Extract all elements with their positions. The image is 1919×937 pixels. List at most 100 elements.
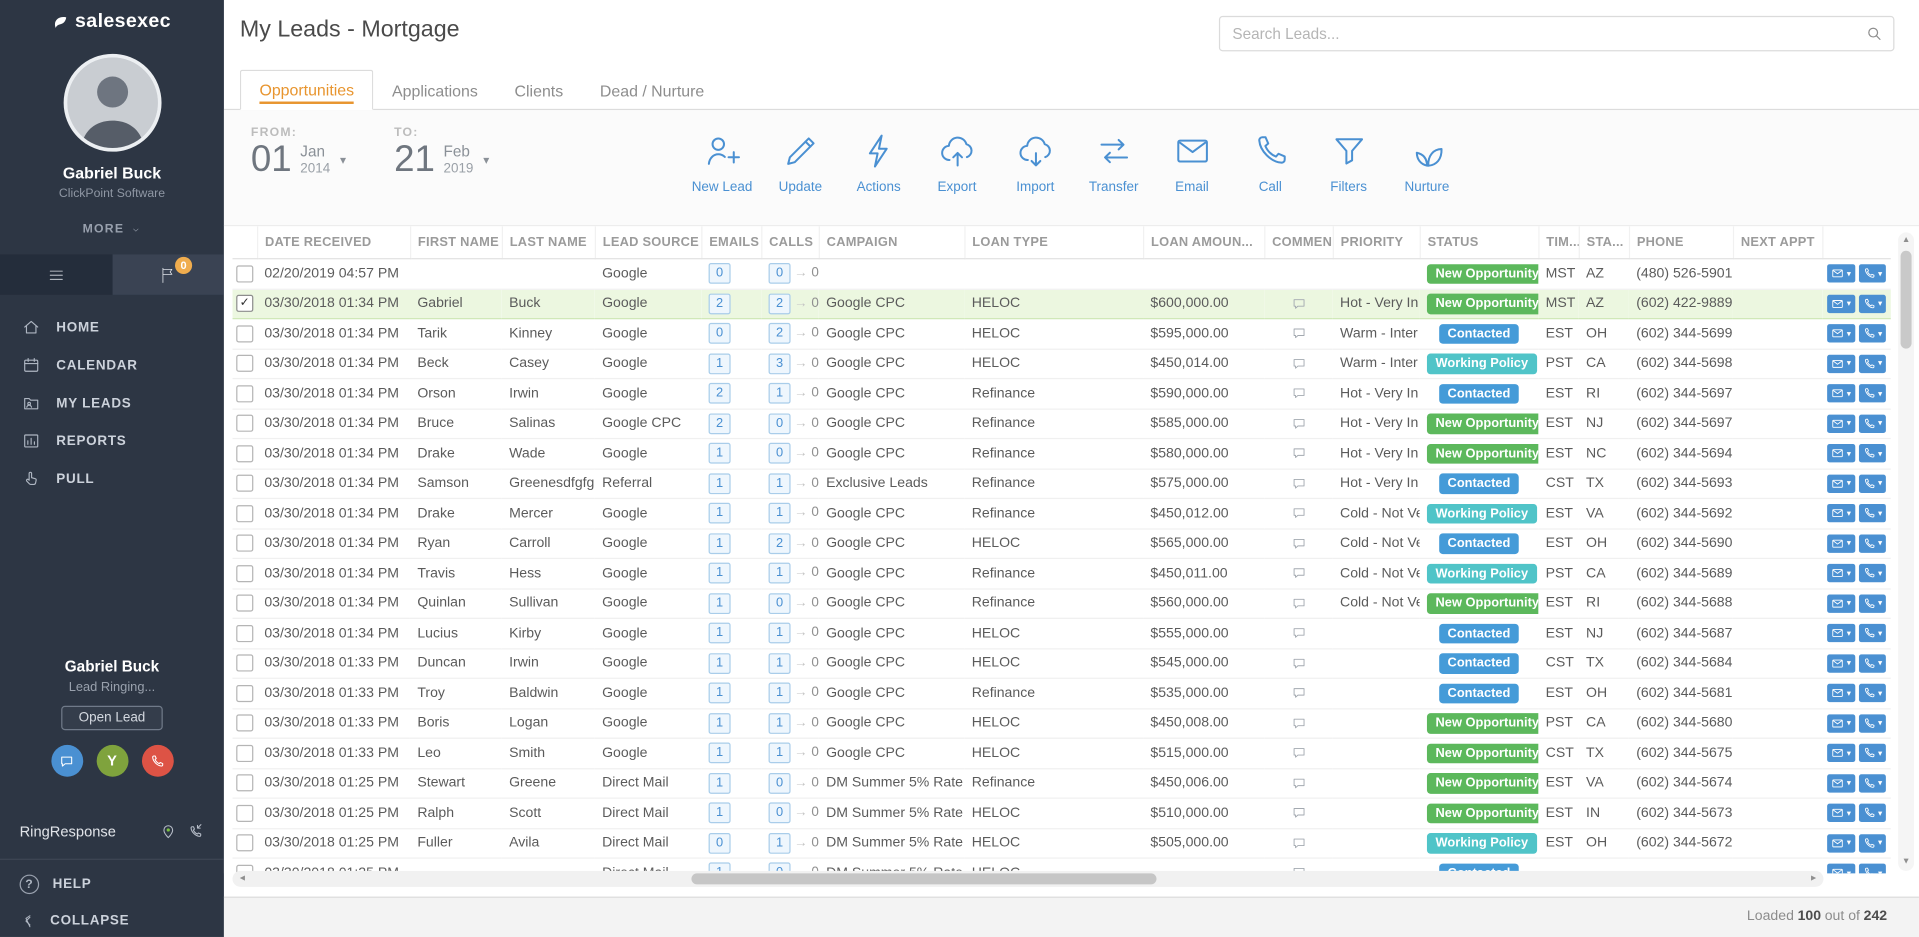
row-email-button[interactable]: ▾ [1827,534,1855,552]
row-call-button[interactable]: ▾ [1858,474,1886,492]
sidebar-item-pull[interactable]: PULL [0,460,224,498]
table-row[interactable]: ✓03/30/2018 01:34 PMGabrielBuckGoogle22→… [233,289,1891,319]
scroll-right-arrow[interactable]: ► [1805,871,1822,887]
row-email-button[interactable]: ▾ [1827,774,1855,792]
toolbar-transfer-button[interactable]: Transfer [1074,131,1152,195]
comment-button[interactable] [1290,356,1306,371]
row-checkbox[interactable] [236,325,253,342]
column-header-tim[interactable]: TIM... [1538,226,1578,258]
sidebar-item-home[interactable]: HOME [0,308,224,346]
comment-button[interactable] [1290,626,1306,641]
row-call-button[interactable]: ▾ [1858,564,1886,582]
row-call-button[interactable]: ▾ [1858,804,1886,822]
comment-button[interactable] [1290,446,1306,461]
avatar[interactable] [63,54,161,152]
table-row[interactable]: 03/30/2018 01:34 PMDrakeWadeGoogle10→0Go… [233,439,1891,469]
tab-clients[interactable]: Clients [496,72,581,110]
sidebar-item-reports[interactable]: REPORTS [0,422,224,460]
row-call-button[interactable]: ▾ [1858,324,1886,342]
row-call-button[interactable]: ▾ [1858,504,1886,522]
table-row[interactable]: 03/30/2018 01:34 PMRyanCarrollGoogle12→0… [233,528,1891,558]
row-email-button[interactable]: ▾ [1827,294,1855,312]
row-checkbox[interactable] [236,745,253,762]
sidebar-item-calendar[interactable]: CALENDAR [0,346,224,384]
more-button[interactable]: MORE [0,223,224,236]
call-split-button[interactable]: Y [96,745,128,777]
tab-dead-nurture[interactable]: Dead / Nurture [582,72,723,110]
column-header-campaign[interactable]: CAMPAIGN [819,226,965,258]
row-call-button[interactable]: ▾ [1858,534,1886,552]
search-icon[interactable] [1865,24,1883,42]
toolbar-actions-button[interactable]: Actions [840,131,918,195]
column-header-lead-source[interactable]: LEAD SOURCE [595,226,701,258]
row-checkbox[interactable] [236,415,253,432]
row-checkbox[interactable] [236,565,253,582]
end-call-button[interactable] [141,745,173,777]
column-header-last-name[interactable]: LAST NAME [502,226,595,258]
flag-button[interactable]: 0 [112,254,224,294]
row-email-button[interactable]: ▾ [1827,804,1855,822]
comment-button[interactable] [1290,566,1306,581]
row-email-button[interactable]: ▾ [1827,594,1855,612]
toolbar-new-lead-button[interactable]: New Lead [683,131,761,195]
column-header-loan-type[interactable]: LOAN TYPE [964,226,1143,258]
comment-button[interactable] [1290,386,1306,401]
table-row[interactable]: 03/30/2018 01:33 PMTroyBaldwinGoogle11→0… [233,678,1891,708]
row-call-button[interactable]: ▾ [1858,294,1886,312]
comment-button[interactable] [1290,776,1306,791]
table-row[interactable]: 03/30/2018 01:34 PMTravisHessGoogle11→0G… [233,558,1891,588]
toolbar-filters-button[interactable]: Filters [1309,131,1387,195]
row-checkbox[interactable] [236,805,253,822]
table-row[interactable]: 03/30/2018 01:34 PMLuciusKirbyGoogle11→0… [233,618,1891,648]
row-checkbox[interactable] [236,625,253,642]
column-header-phone[interactable]: PHONE [1629,226,1733,258]
table-row[interactable]: 03/30/2018 01:34 PMDrakeMercerGoogle11→0… [233,498,1891,528]
comment-button[interactable] [1290,506,1306,521]
to-date-picker[interactable]: TO: 21 Feb 2019 ▾ [394,126,489,179]
row-email-button[interactable]: ▾ [1827,834,1855,852]
row-call-button[interactable]: ▾ [1858,684,1886,702]
row-email-button[interactable]: ▾ [1827,564,1855,582]
collapse-button[interactable]: COLLAPSE [0,905,224,937]
column-header-commen[interactable]: COMMEN... [1264,226,1333,258]
row-email-button[interactable]: ▾ [1827,654,1855,672]
comment-button[interactable] [1290,296,1306,311]
row-call-button[interactable]: ▾ [1858,654,1886,672]
row-checkbox[interactable] [236,595,253,612]
scroll-down-arrow[interactable]: ▼ [1898,855,1914,870]
vertical-scroll-thumb[interactable] [1901,251,1912,349]
row-checkbox[interactable] [236,445,253,462]
row-call-button[interactable]: ▾ [1858,744,1886,762]
comment-button[interactable] [1290,746,1306,761]
from-date-picker[interactable]: FROM: 01 Jan 2014 ▾ [251,126,346,179]
column-header-status[interactable]: STATUS [1420,226,1539,258]
row-checkbox[interactable] [236,835,253,852]
table-row[interactable]: 03/30/2018 01:34 PMTarikKinneyGoogle02→0… [233,319,1891,349]
column-header-loan-amoun[interactable]: LOAN AMOUN... [1143,226,1264,258]
row-email-button[interactable]: ▾ [1827,714,1855,732]
row-email-button[interactable]: ▾ [1827,384,1855,402]
horizontal-scrollbar[interactable]: ◄ ► [233,871,1824,887]
comment-button[interactable] [1290,476,1306,491]
column-header-calls[interactable]: CALLS [761,226,819,258]
hamburger-button[interactable] [0,254,112,294]
column-header-emails[interactable]: EMAILS [701,226,761,258]
row-call-button[interactable]: ▾ [1858,774,1886,792]
row-email-button[interactable]: ▾ [1827,444,1855,462]
column-header-first-name[interactable]: FIRST NAME [410,226,502,258]
table-row[interactable]: 03/30/2018 01:33 PMLeoSmithGoogle11→0Goo… [233,738,1891,768]
table-row[interactable]: 02/20/2019 04:57 PMGoogle00→0New Opportu… [233,259,1891,289]
row-checkbox[interactable] [236,775,253,792]
row-email-button[interactable]: ▾ [1827,504,1855,522]
row-email-button[interactable]: ▾ [1827,414,1855,432]
toolbar-email-button[interactable]: Email [1153,131,1231,195]
tab-opportunities[interactable]: Opportunities [240,70,374,110]
row-email-button[interactable]: ▾ [1827,354,1855,372]
row-call-button[interactable]: ▾ [1858,624,1886,642]
toolbar-export-button[interactable]: Export [918,131,996,195]
row-call-button[interactable]: ▾ [1858,384,1886,402]
column-header-date-received[interactable]: DATE RECEIVED [257,226,410,258]
comment-button[interactable] [1290,326,1306,341]
row-call-button[interactable]: ▾ [1858,834,1886,852]
row-call-button[interactable]: ▾ [1858,714,1886,732]
